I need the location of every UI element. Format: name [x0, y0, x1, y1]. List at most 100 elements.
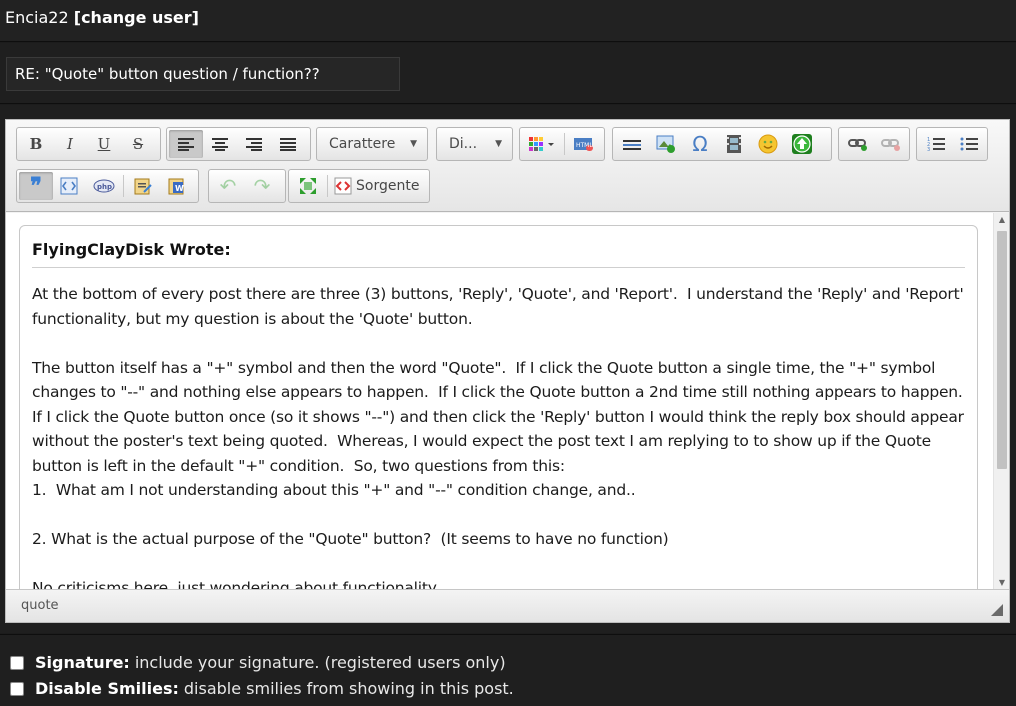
element-path[interactable]: quote [21, 598, 59, 613]
paste-text-button[interactable] [126, 172, 160, 200]
ordered-list-icon: 123 [927, 137, 945, 152]
blockquote: FlyingClayDisk Wrote: At the bottom of e… [19, 225, 978, 590]
size-dropdown[interactable]: Di... ▼ [436, 127, 513, 161]
block-group: ❞ php W [16, 169, 199, 203]
editor-statusbar: quote [6, 589, 1009, 622]
maximize-button[interactable] [291, 172, 325, 200]
html-button[interactable]: HTML [567, 130, 601, 158]
paste-word-icon: W [168, 178, 184, 195]
omega-icon: Ω [692, 132, 708, 156]
upload-button[interactable] [785, 130, 819, 158]
subject-row: RE: "Quote" button question / function?? [0, 43, 1016, 104]
insert-group: Ω [612, 127, 832, 161]
change-user-link[interactable]: [change user] [74, 8, 199, 27]
disable-smilies-option: Disable Smilies: disable smilies from sh… [10, 679, 514, 698]
unlink-icon [880, 139, 900, 151]
link-icon [847, 139, 867, 151]
undo-button[interactable]: ↶ [211, 172, 245, 200]
redo-icon: ↷ [253, 174, 271, 198]
unordered-list-button[interactable] [952, 130, 985, 158]
view-group: Sorgente [288, 169, 430, 203]
editor-wrapper: B I U S Carattere ▼ Di... ▼ HTML Ω 1 2 3… [0, 105, 1016, 633]
align-right-icon [246, 138, 262, 151]
image-button[interactable] [649, 130, 683, 158]
align-center-icon [212, 138, 228, 151]
blockquote-button[interactable]: ❞ [19, 172, 53, 200]
size-dropdown-label: Di... [449, 136, 478, 152]
text-color-button[interactable] [522, 130, 562, 158]
ordered-list-button[interactable]: 123 [919, 130, 952, 158]
username: Encia22 [5, 8, 69, 27]
scroll-down-icon[interactable]: ▼ [994, 576, 1010, 590]
code-button[interactable] [53, 172, 87, 200]
maximize-icon [300, 178, 316, 194]
align-left-icon [178, 138, 194, 151]
source-label: Sorgente [356, 178, 420, 194]
underline-button[interactable]: U [87, 130, 121, 158]
editor-scrollbar[interactable]: ▲ ▼ [993, 213, 1009, 590]
code-icon [60, 177, 78, 195]
undo-icon: ↶ [219, 174, 237, 198]
history-group: ↶ ↷ [208, 169, 286, 203]
align-left-button[interactable] [169, 130, 203, 158]
quote-icon: ❞ [30, 173, 42, 199]
font-dropdown-label: Carattere [329, 136, 396, 152]
special-char-button[interactable]: Ω [683, 130, 717, 158]
smiley-button[interactable] [751, 130, 785, 158]
paste-word-button[interactable]: W [160, 172, 194, 200]
svg-text:php: php [97, 183, 112, 191]
video-button[interactable] [717, 130, 751, 158]
scroll-up-icon[interactable]: ▲ [994, 213, 1010, 227]
quote-author: FlyingClayDisk Wrote: [32, 240, 965, 268]
toolbar-separator [123, 175, 124, 197]
upload-icon [792, 134, 812, 154]
bold-button[interactable]: B [19, 130, 53, 158]
scroll-thumb[interactable] [997, 231, 1007, 469]
post-options: Signature: include your signature. (regi… [0, 634, 1016, 706]
color-group: HTML [519, 127, 605, 161]
horizontal-rule-icon [623, 140, 641, 150]
chevron-down-icon: ▼ [410, 139, 417, 149]
signature-label: Signature: [35, 653, 130, 672]
toolbar-separator [327, 175, 328, 197]
link-button[interactable] [841, 130, 874, 158]
quote-text[interactable]: At the bottom of every post there are th… [32, 282, 972, 590]
toolbar-separator [564, 133, 565, 155]
color-grid-icon [529, 137, 554, 151]
signature-description: include your signature. (registered user… [134, 653, 506, 672]
smiley-icon [758, 134, 778, 154]
php-button[interactable]: php [87, 172, 121, 200]
resize-handle-icon[interactable] [991, 604, 1003, 616]
disable-smilies-checkbox[interactable] [10, 681, 24, 696]
user-bar: Encia22 [change user] [0, 0, 1016, 42]
html-icon: HTML [574, 138, 593, 151]
justify-icon [280, 138, 296, 151]
align-right-button[interactable] [237, 130, 271, 158]
svg-text:HTML: HTML [576, 142, 593, 149]
source-button[interactable]: Sorgente [330, 172, 423, 200]
unlink-button[interactable] [874, 130, 907, 158]
subject-input[interactable]: RE: "Quote" button question / function?? [6, 57, 400, 91]
svg-text:3: 3 [927, 147, 930, 152]
align-center-button[interactable] [203, 130, 237, 158]
basic-style-group: B I U S [16, 127, 161, 161]
align-group [166, 127, 311, 161]
signature-checkbox[interactable] [10, 655, 24, 670]
signature-option: Signature: include your signature. (regi… [10, 653, 506, 672]
redo-button[interactable]: ↷ [245, 172, 279, 200]
unordered-list-icon [960, 137, 978, 151]
list-group: 123 [916, 127, 988, 161]
editor-toolbar: B I U S Carattere ▼ Di... ▼ HTML Ω 1 2 3… [6, 120, 1009, 212]
film-icon [727, 135, 741, 153]
horizontal-rule-button[interactable] [615, 130, 649, 158]
paste-text-icon [134, 178, 152, 195]
source-icon [334, 177, 352, 195]
svg-text:W: W [175, 184, 184, 193]
link-group [838, 127, 910, 161]
strikethrough-button[interactable]: S [121, 130, 155, 158]
italic-button[interactable]: I [53, 130, 87, 158]
justify-button[interactable] [271, 130, 305, 158]
rich-text-editor: B I U S Carattere ▼ Di... ▼ HTML Ω 1 2 3… [5, 119, 1010, 623]
editor-content[interactable]: FlyingClayDisk Wrote: At the bottom of e… [6, 213, 1009, 590]
font-dropdown[interactable]: Carattere ▼ [316, 127, 428, 161]
